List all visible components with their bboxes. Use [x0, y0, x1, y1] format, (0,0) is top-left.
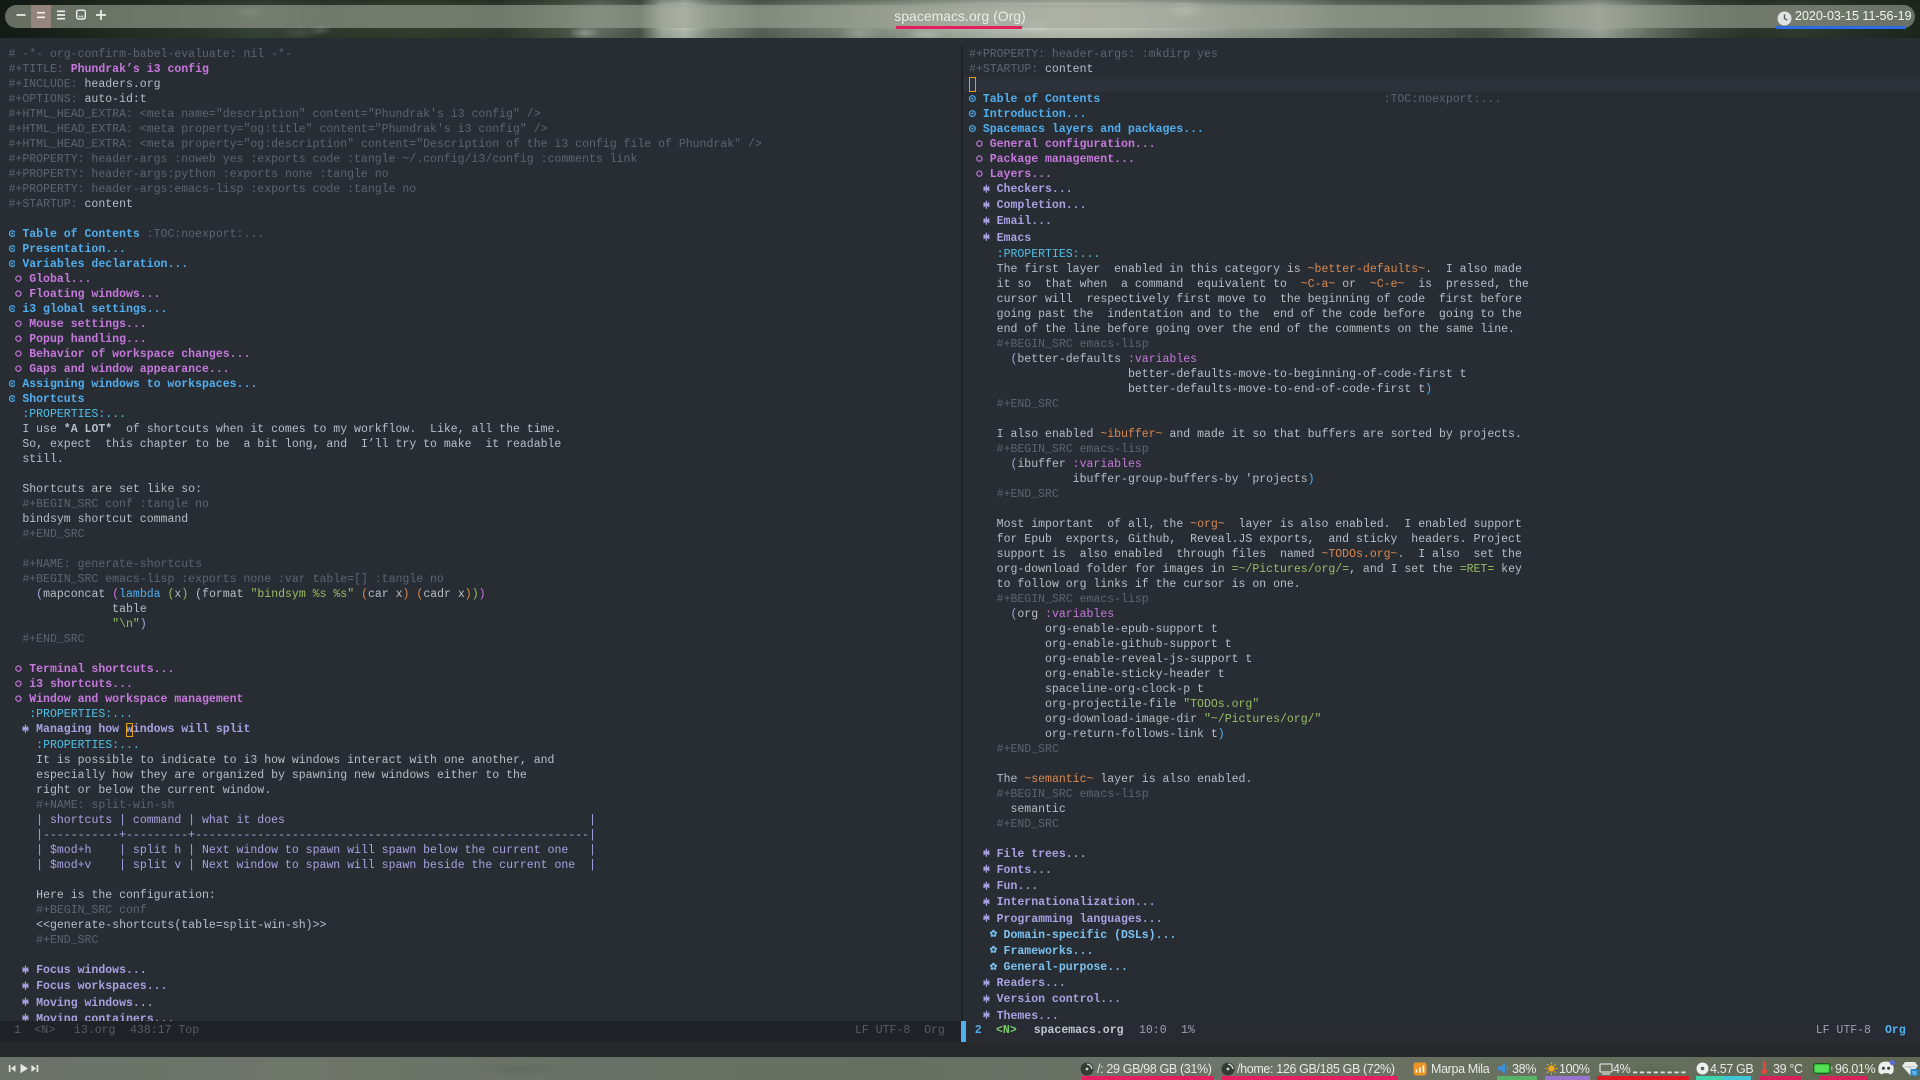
svg-text:ts: ts [1912, 1071, 1917, 1076]
